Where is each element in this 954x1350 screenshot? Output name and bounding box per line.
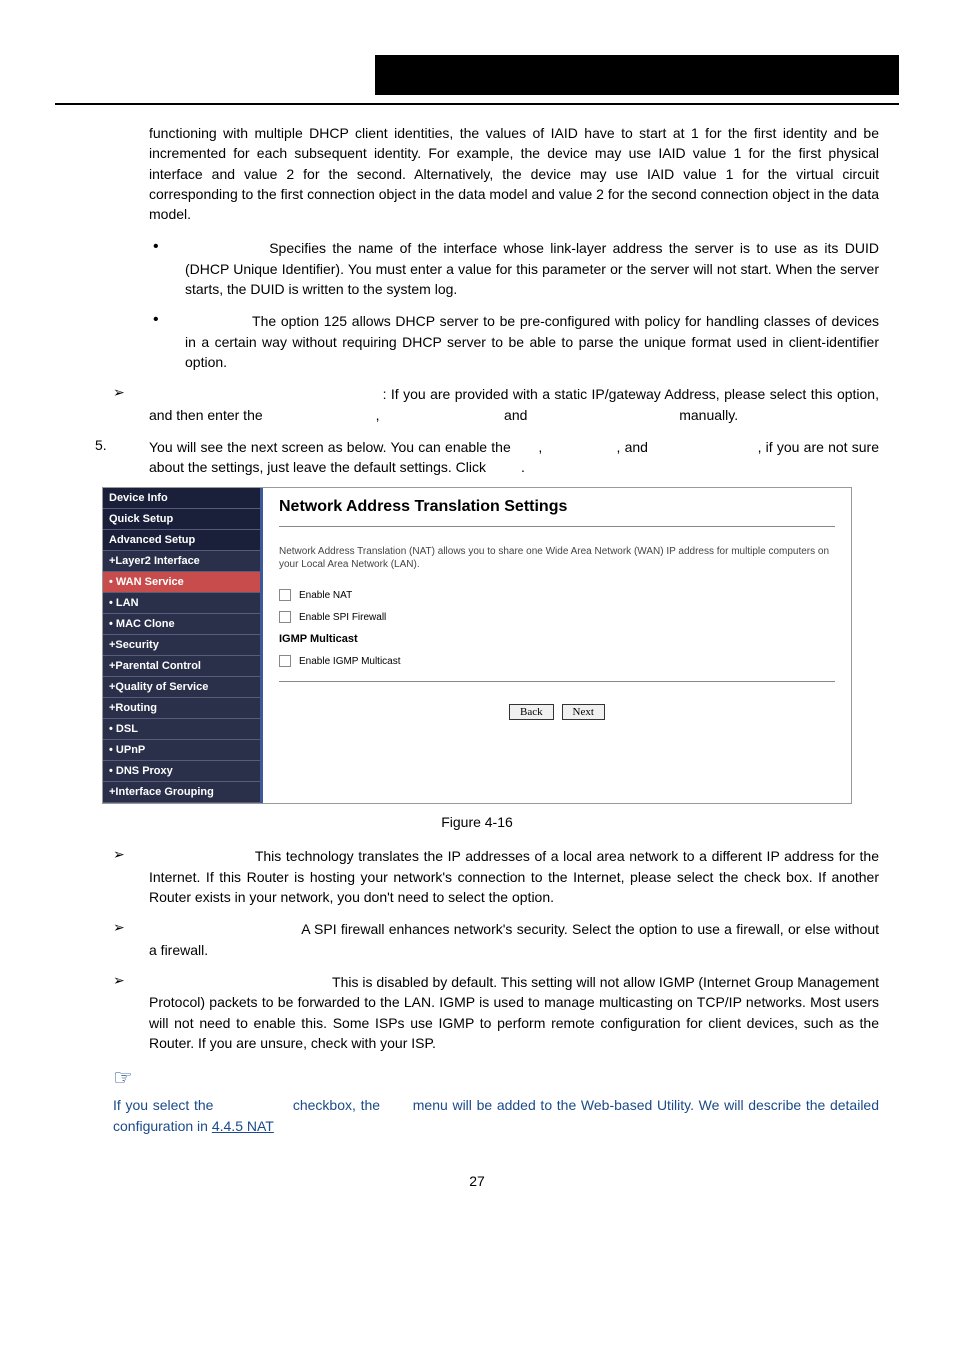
panel-rule xyxy=(279,681,835,682)
bullet-option125: xxxxxxxx The option 125 allows DHCP serv… xyxy=(185,311,879,372)
sidebar-item-interface-grouping[interactable]: +Interface Grouping xyxy=(103,782,260,803)
link-nat[interactable]: 4.4.5 NAT xyxy=(212,1118,274,1134)
panel-desc: Network Address Translation (NAT) allows… xyxy=(279,545,835,571)
bullet-dot: • xyxy=(149,238,185,299)
arrow-igmp: xxxxxxxxxxxxxxxxxxxxxxx This is disabled… xyxy=(149,972,879,1053)
arrow-spi-firewall: xxxxxxxxxxxxxxxxxxx A SPI firewall enhan… xyxy=(149,919,879,960)
step-5-text: You will see the next screen as below. Y… xyxy=(149,437,879,478)
arrow-mark: ➢ xyxy=(113,919,149,960)
sidebar-item-routing[interactable]: +Routing xyxy=(103,698,260,719)
sidebar-item-mac-clone[interactable]: • MAC Clone xyxy=(103,614,260,635)
checkbox-enable-igmp[interactable] xyxy=(279,655,291,667)
arrow-mark: ➢ xyxy=(113,384,149,425)
label-enable-spi: Enable SPI Firewall xyxy=(299,612,386,623)
sidebar-item-upnp[interactable]: • UPnP xyxy=(103,740,260,761)
arrow-mark: ➢ xyxy=(113,972,149,1053)
sidebar-item-security[interactable]: +Security xyxy=(103,635,260,656)
para-iaid: functioning with multiple DHCP client id… xyxy=(149,123,879,224)
header-rule xyxy=(55,103,899,105)
panel-title: Network Address Translation Settings xyxy=(279,498,835,516)
page-number: 27 xyxy=(55,1173,899,1189)
note-icon: ☞ xyxy=(113,1065,879,1091)
sidebar-item-lan[interactable]: • LAN xyxy=(103,593,260,614)
checkbox-enable-nat[interactable] xyxy=(279,589,291,601)
arrow-enable-nat: xxxxxxxxxxxxx This technology translates… xyxy=(149,846,879,907)
bullet-duid: xxxxxxxxxx Specifies the name of the int… xyxy=(185,238,879,299)
bullet-dot: • xyxy=(149,311,185,372)
sidebar-item-advanced-setup[interactable]: Advanced Setup xyxy=(103,530,260,551)
sidebar-item-dns-proxy[interactable]: • DNS Proxy xyxy=(103,761,260,782)
screenshot-nat: Device Info Quick Setup Advanced Setup +… xyxy=(102,487,852,804)
header-bar xyxy=(375,55,899,95)
note-text: If you select the xxxxxxxxx checkbox, th… xyxy=(113,1095,879,1137)
sidebar-item-quick-setup[interactable]: Quick Setup xyxy=(103,509,260,530)
label-enable-nat: Enable NAT xyxy=(299,590,352,601)
arrow-mark: ➢ xyxy=(113,846,149,907)
sidebar-item-device-info[interactable]: Device Info xyxy=(103,488,260,509)
sidebar-item-layer2[interactable]: +Layer2 Interface xyxy=(103,551,260,572)
main-panel: Network Address Translation Settings Net… xyxy=(263,488,851,803)
sidebar-item-dsl[interactable]: • DSL xyxy=(103,719,260,740)
sidebar-item-qos[interactable]: +Quality of Service xyxy=(103,677,260,698)
next-button[interactable]: Next xyxy=(562,704,605,720)
sidebar-nav: Device Info Quick Setup Advanced Setup +… xyxy=(103,488,263,803)
arrow-static-ip: xxxxxxxxxxxxxxxxxxxxxxxxxxxxxx: If you a… xyxy=(149,384,879,425)
sidebar-item-parental[interactable]: +Parental Control xyxy=(103,656,260,677)
panel-subhead-igmp: IGMP Multicast xyxy=(279,633,835,645)
label-enable-igmp: Enable IGMP Multicast xyxy=(299,656,401,667)
figure-caption: Figure 4-16 xyxy=(75,814,879,830)
panel-rule xyxy=(279,526,835,527)
checkbox-enable-spi[interactable] xyxy=(279,611,291,623)
sidebar-item-wan-service[interactable]: • WAN Service xyxy=(103,572,260,593)
step-5-num: 5. xyxy=(95,437,149,478)
back-button[interactable]: Back xyxy=(509,704,554,720)
